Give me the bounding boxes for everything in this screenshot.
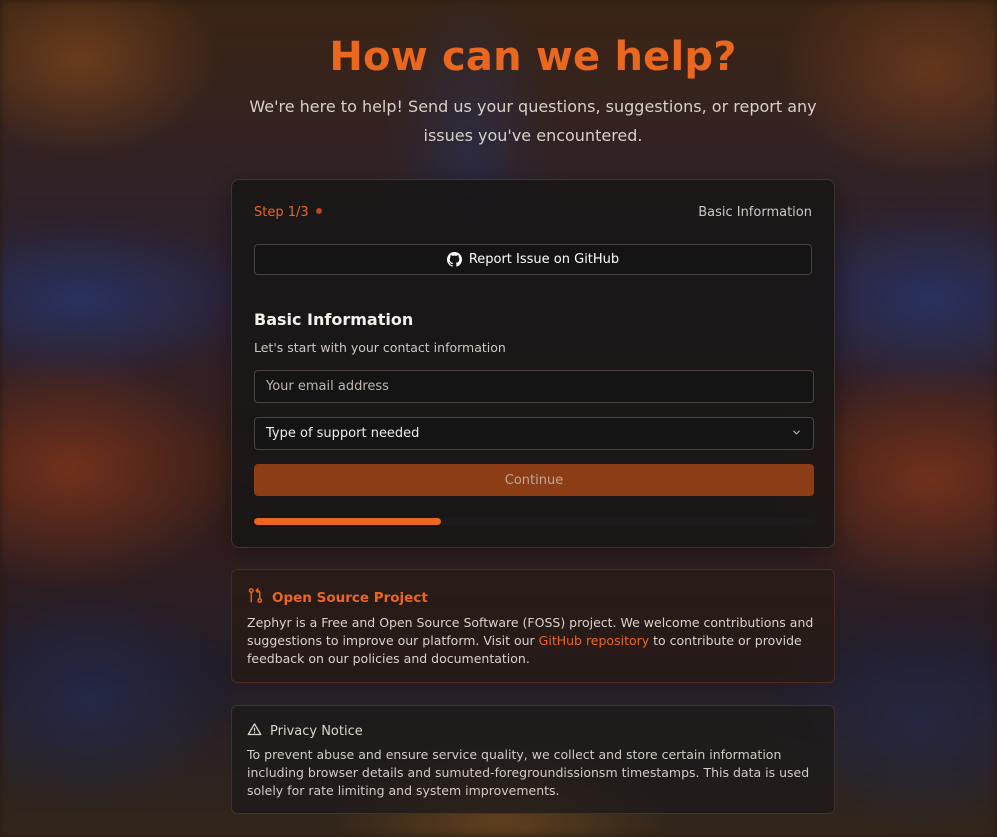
open-source-notice: Open Source Project Zephyr is a Free and…	[231, 569, 835, 683]
privacy-header: Privacy Notice	[247, 722, 363, 741]
privacy-text: To prevent abuse and ensure service qual…	[247, 747, 810, 798]
support-type-select[interactable]: Type of support needed	[254, 417, 814, 450]
chevron-down-icon	[791, 427, 802, 441]
git-pull-request-icon	[247, 587, 264, 608]
progress-fill	[254, 518, 441, 525]
page-title: How can we help?	[329, 34, 737, 80]
progress-bar	[254, 518, 814, 525]
warning-triangle-icon	[247, 722, 262, 741]
github-button-label: Report Issue on GitHub	[468, 252, 620, 267]
report-issue-github-button[interactable]: Report Issue on GitHub	[254, 244, 812, 275]
open-source-header: Open Source Project	[247, 587, 428, 608]
step-label: Step 1/3	[254, 205, 309, 220]
step-name: Basic Information	[698, 205, 812, 220]
open-source-text: Zephyr is a Free and Open Source Softwar…	[247, 614, 823, 668]
privacy-title: Privacy Notice	[270, 724, 363, 739]
github-icon	[446, 252, 462, 267]
support-form-card: Step 1/3 Basic Information Report Issue …	[231, 179, 835, 548]
open-source-title: Open Source Project	[272, 589, 428, 606]
section-title: Basic Information	[254, 310, 414, 329]
step-dot	[315, 208, 322, 214]
section-description: Let's start with your contact informatio…	[254, 340, 506, 355]
privacy-notice: Privacy Notice To prevent abuse and ensu…	[231, 705, 835, 814]
continue-button[interactable]: Continue	[254, 464, 814, 496]
email-field[interactable]	[254, 370, 814, 403]
github-repository-link[interactable]: GitHub repository	[539, 633, 650, 648]
support-type-value: Type of support needed	[266, 426, 420, 441]
page-subtitle: We're here to help! Send us your questio…	[249, 97, 817, 145]
step-indicator: Step 1/3 Basic Information	[254, 205, 812, 221]
